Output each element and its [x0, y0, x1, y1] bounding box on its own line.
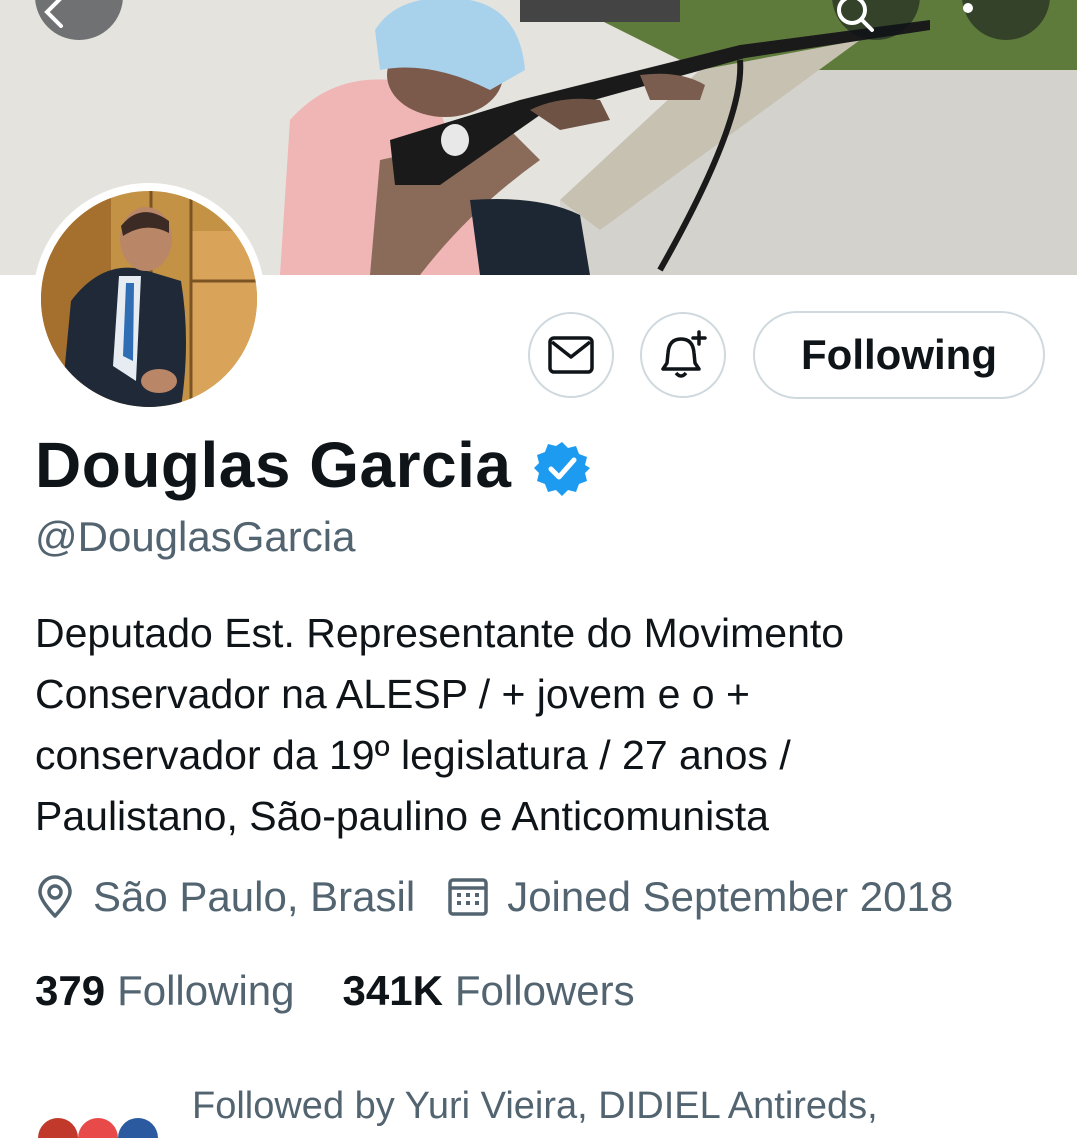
- back-arrow-icon: [44, 0, 63, 28]
- more-vertical-icon: [963, 3, 973, 13]
- verified-badge-icon[interactable]: [533, 440, 590, 496]
- search-icon: [837, 0, 874, 32]
- name-row: Douglas Garcia: [35, 428, 590, 502]
- user-handle: @DouglasGarcia: [35, 513, 356, 560]
- profile-stats: 379 Following 341K Followers: [35, 967, 635, 1015]
- joined-text: Joined September 2018: [507, 873, 954, 920]
- following-label[interactable]: Following: [117, 967, 294, 1015]
- followed-by-text[interactable]: Followed by Yuri Vieira, DIDIEL Antireds…: [192, 1085, 878, 1128]
- display-name: Douglas Garcia: [35, 429, 512, 501]
- profile-bio: Deputado Est. Representante do Movimento…: [35, 610, 845, 839]
- followers-label[interactable]: Followers: [455, 967, 635, 1015]
- following-count[interactable]: 379: [35, 967, 105, 1015]
- calendar-icon: [447, 876, 489, 918]
- followers-count[interactable]: 341K: [343, 967, 443, 1015]
- message-button[interactable]: [528, 312, 614, 398]
- avatar[interactable]: [33, 183, 265, 415]
- envelope-icon: [548, 336, 594, 374]
- location-pin-icon: [35, 875, 75, 919]
- followed-by-avatars[interactable]: [38, 1118, 158, 1138]
- following-button[interactable]: Following: [753, 311, 1045, 399]
- profile-meta: São Paulo, Brasil Joined September 2018: [35, 873, 953, 921]
- avatar-image: [41, 191, 257, 407]
- location-text: São Paulo, Brasil: [93, 873, 416, 920]
- notifications-button[interactable]: [640, 312, 726, 398]
- bell-plus-icon: [661, 330, 707, 378]
